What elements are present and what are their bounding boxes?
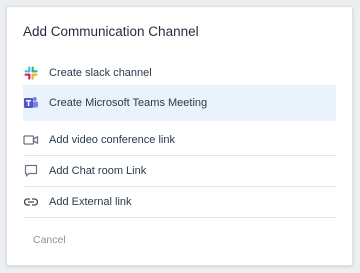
link-icon [23,194,39,210]
cancel-button[interactable]: Cancel [33,234,66,246]
create-teams-meeting-option[interactable]: Create Microsoft Teams Meeting [23,85,336,121]
option-label: Create Microsoft Teams Meeting [49,97,208,109]
microsoft-teams-icon [23,95,39,111]
option-label: Add External link [49,196,132,208]
option-label: Create slack channel [49,67,152,79]
add-channel-dialog: Add Communication Channel Create slack c… [6,6,353,266]
option-label: Add video conference link [49,133,175,146]
add-video-conference-option[interactable]: Add video conference link [23,124,336,156]
add-external-link-option[interactable]: Add External link [23,187,336,218]
dialog-title: Add Communication Channel [23,24,199,39]
video-camera-icon [23,132,39,148]
slack-icon [23,65,39,81]
option-label: Add Chat room Link [49,165,147,177]
add-chat-room-option[interactable]: Add Chat room Link [23,156,336,187]
chat-bubble-icon [23,163,39,179]
